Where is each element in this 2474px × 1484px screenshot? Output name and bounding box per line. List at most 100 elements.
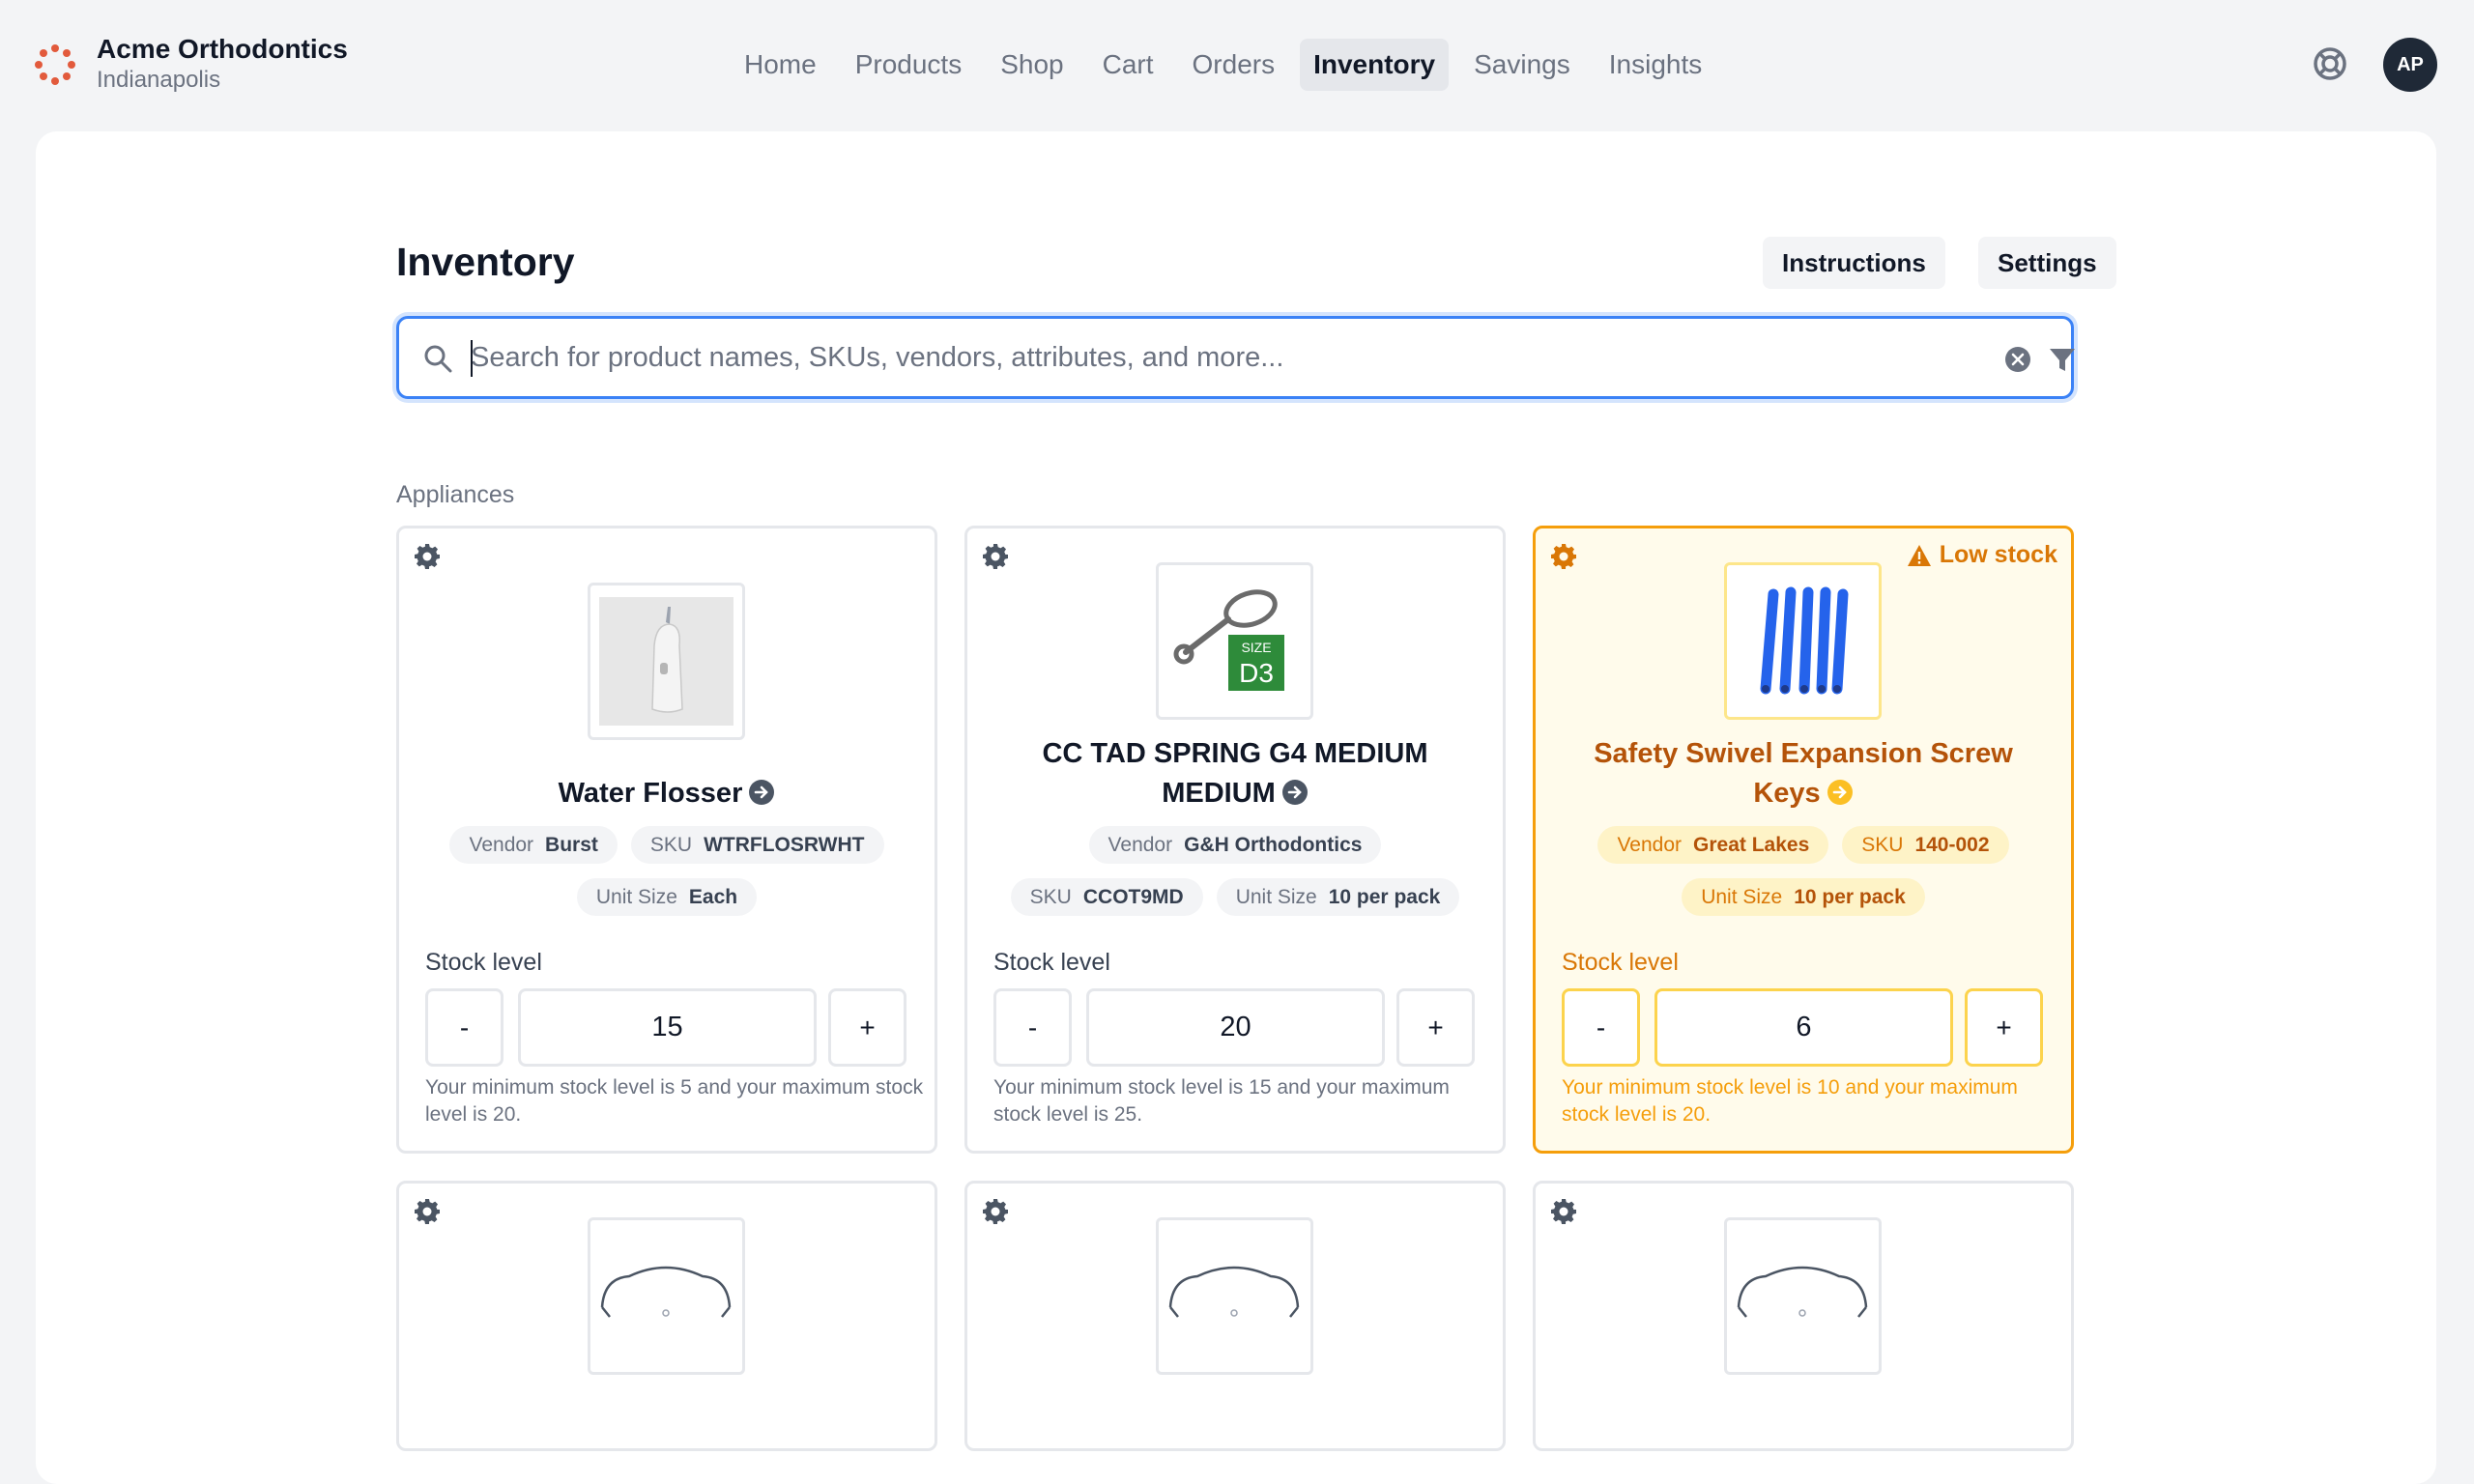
product-image[interactable] xyxy=(1156,1217,1313,1375)
chip-row: Vendor Burst SKU WTRFLOSRWHT xyxy=(399,826,935,864)
stock-level-note: Your minimum stock level is 15 and your … xyxy=(993,1076,1450,1126)
help-icon[interactable] xyxy=(2312,45,2348,82)
nav-insights[interactable]: Insights xyxy=(1596,39,1716,91)
product-image[interactable] xyxy=(1724,562,1882,720)
gear-icon[interactable] xyxy=(1549,1197,1578,1226)
brand-name: Acme Orthodontics xyxy=(97,34,348,64)
product-name-text: Water Flosser xyxy=(558,778,743,809)
product-image[interactable] xyxy=(588,1217,745,1375)
unit-size-chip: Unit Size 10 per pack xyxy=(1216,878,1460,916)
unit-chip-label: Unit Size xyxy=(1701,886,1783,908)
brand-location: Indianapolis xyxy=(97,67,221,93)
nav-inventory[interactable]: Inventory xyxy=(1300,39,1450,91)
product-card xyxy=(1533,1181,2074,1451)
unit-chip-value: 10 per pack xyxy=(1794,886,1906,908)
stock-level-input[interactable]: 6 xyxy=(1654,988,1953,1067)
gear-icon[interactable] xyxy=(413,1197,442,1226)
expansion-keys-image xyxy=(1760,586,1849,695)
main-panel: Inventory Instructions Settings Applianc… xyxy=(36,131,2436,1484)
image-size-value: D3 xyxy=(1239,658,1274,688)
unit-chip-value: 10 per pack xyxy=(1328,886,1441,908)
section-label: Appliances xyxy=(396,481,515,508)
stock-level-label: Stock level xyxy=(993,949,1110,976)
arrow-right-icon[interactable] xyxy=(748,779,775,806)
unit-chip-label: Unit Size xyxy=(595,886,677,908)
unit-chip-label: Unit Size xyxy=(1235,886,1317,908)
warning-icon xyxy=(1907,544,1931,566)
sku-chip-label: SKU xyxy=(1029,886,1072,908)
sku-chip: SKU WTRFLOSRWHT xyxy=(630,826,884,864)
water-flosser-image xyxy=(599,597,734,726)
sku-chip-label: SKU xyxy=(1861,834,1904,856)
stock-level-input[interactable]: 20 xyxy=(1086,988,1385,1067)
product-name[interactable]: Water Flosser xyxy=(438,774,896,813)
low-stock-badge: Low stock xyxy=(1907,541,2057,569)
vendor-chip: Vendor Great Lakes xyxy=(1597,826,1829,864)
nav-home[interactable]: Home xyxy=(731,39,830,91)
sku-chip: SKU 140-002 xyxy=(1842,826,2009,864)
arrow-right-icon[interactable] xyxy=(1281,779,1309,806)
product-card: Low stock Safety Swivel Expansion Screw … xyxy=(1533,526,2074,1154)
search-input[interactable] xyxy=(471,332,1920,383)
increment-button[interactable]: + xyxy=(1396,988,1475,1067)
logo-icon xyxy=(35,44,75,85)
sku-chip-value: 140-002 xyxy=(1914,834,1990,856)
avatar[interactable]: AP xyxy=(2383,38,2437,92)
product-card xyxy=(396,1181,937,1451)
clear-icon[interactable] xyxy=(2004,346,2031,373)
archwire-image xyxy=(1168,1266,1300,1318)
gear-icon[interactable] xyxy=(981,542,1010,571)
gear-icon[interactable] xyxy=(413,542,442,571)
vendor-chip: Vendor Burst xyxy=(449,826,618,864)
chip-row: SKU CCOT9MD Unit Size 10 per pack xyxy=(967,878,1503,916)
decrement-button[interactable]: - xyxy=(1562,988,1640,1067)
increment-button[interactable]: + xyxy=(828,988,906,1067)
vendor-chip-label: Vendor xyxy=(1108,834,1173,856)
nav-shop[interactable]: Shop xyxy=(987,39,1077,91)
nav-savings[interactable]: Savings xyxy=(1460,39,1584,91)
arrow-right-icon[interactable] xyxy=(1827,779,1854,806)
tad-spring-image: SIZE D3 xyxy=(1173,589,1284,691)
chip-row: Vendor Great Lakes SKU 140-002 xyxy=(1536,826,2071,864)
unit-chip-value: Each xyxy=(688,886,738,908)
product-card: SIZE D3 CC TAD SPRING G4 MEDIUM MEDIUM V… xyxy=(964,526,1506,1154)
archwire-image xyxy=(600,1266,732,1318)
vendor-chip-label: Vendor xyxy=(469,834,534,856)
gear-icon[interactable] xyxy=(1549,542,1578,571)
search-icon xyxy=(424,345,452,373)
vendor-chip-label: Vendor xyxy=(1617,834,1683,856)
nav-products[interactable]: Products xyxy=(842,39,976,91)
nav-cart[interactable]: Cart xyxy=(1089,39,1167,91)
product-card: Water Flosser Vendor Burst SKU WTRFLOSRWHT… xyxy=(396,526,937,1154)
product-image[interactable] xyxy=(1724,1217,1882,1375)
sku-chip-value: WTRFLOSRWHT xyxy=(704,834,865,856)
vendor-chip-value: Burst xyxy=(545,834,598,856)
instructions-button[interactable]: Instructions xyxy=(1763,237,1945,289)
stock-level-note: Your minimum stock level is 5 and your m… xyxy=(425,1076,924,1126)
search-bar[interactable] xyxy=(396,316,2077,399)
top-bar: Acme Orthodontics Indianapolis Home Prod… xyxy=(0,0,2474,131)
image-size-label: SIZE xyxy=(1241,640,1271,655)
product-name[interactable]: Safety Swivel Expansion Screw Keys xyxy=(1574,734,2032,813)
low-stock-text: Low stock xyxy=(1939,541,2057,568)
increment-button[interactable]: + xyxy=(1965,988,2043,1067)
gear-icon[interactable] xyxy=(981,1197,1010,1226)
sku-chip-label: SKU xyxy=(649,834,693,856)
stock-level-note: Your minimum stock level is 10 and your … xyxy=(1562,1076,2018,1126)
product-image[interactable] xyxy=(588,583,745,740)
chip-row: Unit Size 10 per pack xyxy=(1536,878,2071,916)
product-name[interactable]: CC TAD SPRING G4 MEDIUM MEDIUM xyxy=(1006,734,1464,813)
vendor-chip-value: Great Lakes xyxy=(1693,834,1810,856)
stock-level-input[interactable]: 15 xyxy=(518,988,817,1067)
sku-chip-value: CCOT9MD xyxy=(1082,886,1184,908)
brand[interactable]: Acme Orthodontics Indianapolis xyxy=(35,33,348,95)
product-image[interactable]: SIZE D3 xyxy=(1156,562,1313,720)
nav-orders[interactable]: Orders xyxy=(1179,39,1289,91)
vendor-chip-value: G&H Orthodontics xyxy=(1184,834,1363,856)
decrement-button[interactable]: - xyxy=(425,988,503,1067)
text-caret xyxy=(471,340,473,377)
stock-level-label: Stock level xyxy=(425,949,542,976)
filter-icon[interactable] xyxy=(2048,345,2077,374)
decrement-button[interactable]: - xyxy=(993,988,1072,1067)
settings-button[interactable]: Settings xyxy=(1978,237,2116,289)
